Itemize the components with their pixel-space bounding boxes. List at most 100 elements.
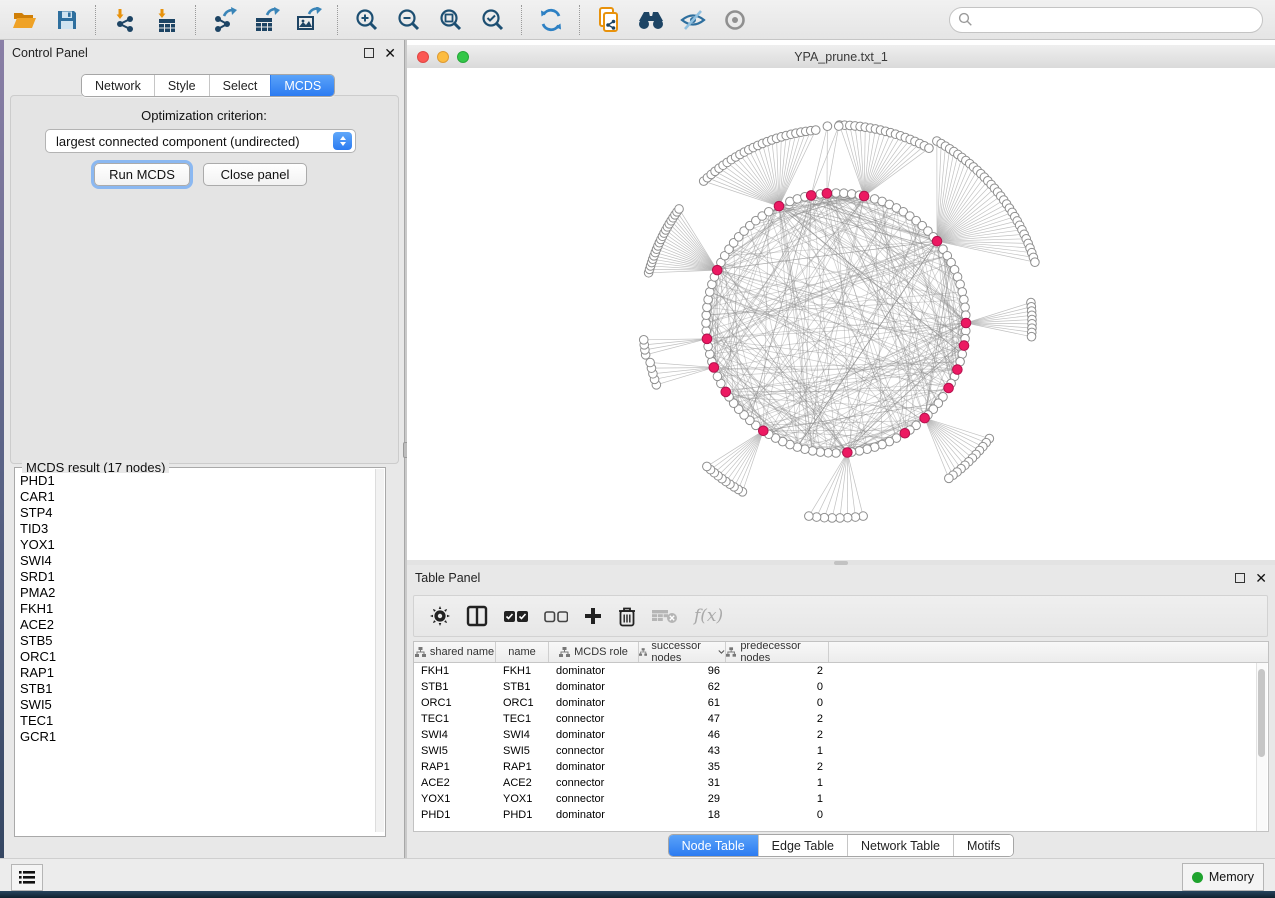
criterion-dropdown-value: largest connected component (undirected) — [46, 134, 333, 149]
column-header-successor-nodes[interactable]: successor nodes — [639, 642, 726, 662]
mcds-result-item[interactable]: TEC1 — [15, 713, 374, 729]
tab-style[interactable]: Style — [154, 75, 209, 96]
mcds-result-item[interactable]: STB5 — [15, 633, 374, 649]
search-input[interactable] — [949, 7, 1263, 33]
show-columns-button[interactable] — [466, 605, 488, 627]
criterion-dropdown[interactable]: largest connected component (undirected) — [45, 129, 356, 153]
export-table-button[interactable] — [248, 3, 286, 37]
import-network-icon — [112, 7, 138, 33]
mcds-result-item[interactable]: GCR1 — [15, 729, 374, 745]
zoom-out-button[interactable] — [390, 3, 428, 37]
table-row[interactable]: SWI4SWI4dominator462 — [414, 727, 1268, 743]
table-row[interactable]: ACE2ACE2connector311 — [414, 775, 1268, 791]
column-header-shared-name[interactable]: shared name — [414, 642, 496, 662]
table-cell: TEC1 — [414, 713, 496, 725]
find-button[interactable] — [632, 3, 670, 37]
table-row[interactable]: PHD1PHD1dominator180 — [414, 807, 1268, 823]
close-panel-icon[interactable]: ✕ — [384, 48, 396, 58]
save-session-button[interactable] — [48, 3, 86, 37]
table-row[interactable]: ORC1ORC1dominator610 — [414, 695, 1268, 711]
import-table-button[interactable] — [148, 3, 186, 37]
tab-network[interactable]: Network — [82, 75, 154, 96]
tab-select[interactable]: Select — [209, 75, 271, 96]
hide-selected-button[interactable] — [674, 3, 712, 37]
first-neighbors-button[interactable] — [532, 3, 570, 37]
import-network-button[interactable] — [106, 3, 144, 37]
table-panel-title: Table Panel — [415, 571, 480, 585]
node-table-header: shared name name MCDS role successor nod… — [414, 642, 1268, 663]
table-row[interactable]: STB1STB1dominator620 — [414, 679, 1268, 695]
table-row[interactable]: TEC1TEC1connector472 — [414, 711, 1268, 727]
add-column-button[interactable] — [584, 607, 602, 625]
table-row[interactable]: YOX1YOX1connector291 — [414, 791, 1268, 807]
table-cell: 31 — [639, 777, 726, 789]
mcds-result-item[interactable]: TID3 — [15, 521, 374, 537]
mcds-result-item[interactable]: PMA2 — [15, 585, 374, 601]
memory-button[interactable]: Memory — [1182, 863, 1264, 891]
float-window-icon[interactable] — [1235, 573, 1245, 583]
table-row[interactable]: FKH1FKH1dominator962 — [414, 663, 1268, 679]
table-cell: 62 — [639, 681, 726, 693]
mcds-result-item[interactable]: PHD1 — [15, 473, 374, 489]
network-canvas[interactable] — [407, 68, 1275, 560]
column-header-name[interactable]: name — [496, 642, 549, 662]
table-row[interactable]: RAP1RAP1dominator352 — [414, 759, 1268, 775]
task-history-button[interactable] — [11, 864, 43, 891]
tab-node-table[interactable]: Node Table — [669, 835, 758, 856]
table-row[interactable]: SWI5SWI5connector431 — [414, 743, 1268, 759]
close-panel-icon[interactable]: ✕ — [1255, 573, 1267, 583]
export-network-button[interactable] — [206, 3, 244, 37]
float-window-icon[interactable] — [364, 48, 374, 58]
table-scrollbar[interactable] — [1256, 663, 1267, 831]
close-panel-button[interactable]: Close panel — [203, 163, 307, 186]
table-cell: 29 — [639, 793, 726, 805]
mcds-result-item[interactable]: ORC1 — [15, 649, 374, 665]
mcds-list-scrollbar[interactable] — [375, 469, 384, 832]
column-type-icon — [639, 647, 647, 657]
mcds-result-item[interactable]: FKH1 — [15, 601, 374, 617]
table-scrollbar-thumb[interactable] — [1258, 669, 1265, 757]
table-settings-button[interactable] — [430, 606, 450, 626]
table-cell: dominator — [549, 809, 639, 821]
table-cell: SWI4 — [496, 729, 549, 741]
tab-network-table[interactable]: Network Table — [847, 835, 953, 856]
tab-mcds[interactable]: MCDS — [270, 75, 334, 96]
table-cell: PHD1 — [496, 809, 549, 821]
mcds-result-item[interactable]: STB1 — [15, 681, 374, 697]
table-cell: dominator — [549, 665, 639, 677]
table-cell: SWI4 — [414, 729, 496, 741]
mcds-result-item[interactable]: SWI5 — [15, 697, 374, 713]
table-cell: SWI5 — [414, 745, 496, 757]
mcds-result-item[interactable]: CAR1 — [15, 489, 374, 505]
zoom-fit-button[interactable] — [432, 3, 470, 37]
control-panel-title: Control Panel — [12, 46, 88, 60]
export-image-button[interactable] — [290, 3, 328, 37]
import-table-icon — [154, 7, 180, 33]
select-all-rows-button[interactable] — [504, 610, 528, 623]
desktop-wallpaper-bottom — [0, 891, 1275, 898]
clone-network-button[interactable] — [590, 3, 628, 37]
tab-motifs[interactable]: Motifs — [953, 835, 1013, 856]
main-toolbar — [0, 0, 1275, 40]
export-table-icon — [253, 7, 281, 33]
mcds-result-item[interactable]: STP4 — [15, 505, 374, 521]
column-header-mcds-role[interactable]: MCDS role — [549, 642, 639, 662]
mcds-result-item[interactable]: ACE2 — [15, 617, 374, 633]
zoom-in-button[interactable] — [348, 3, 386, 37]
mcds-result-item[interactable]: SRD1 — [15, 569, 374, 585]
column-header-predecessor-nodes[interactable]: predecessor nodes — [726, 642, 829, 662]
mcds-result-item[interactable]: RAP1 — [15, 665, 374, 681]
table-cell: PHD1 — [414, 809, 496, 821]
tab-edge-table[interactable]: Edge Table — [758, 835, 847, 856]
mcds-result-item[interactable]: YOX1 — [15, 537, 374, 553]
delete-column-button[interactable] — [618, 606, 636, 627]
mcds-result-item[interactable]: SWI4 — [15, 553, 374, 569]
node-table-body: FKH1FKH1dominator962STB1STB1dominator620… — [414, 663, 1268, 823]
deselect-all-rows-button[interactable] — [544, 610, 568, 623]
open-folder-button[interactable] — [6, 3, 44, 37]
table-cell: ORC1 — [414, 697, 496, 709]
zoom-selected-button[interactable] — [474, 3, 512, 37]
mcds-result-list[interactable]: PHD1CAR1STP4TID3YOX1SWI4SRD1PMA2FKH1ACE2… — [15, 473, 374, 828]
show-all-button[interactable] — [716, 3, 754, 37]
run-mcds-button[interactable]: Run MCDS — [94, 163, 190, 186]
